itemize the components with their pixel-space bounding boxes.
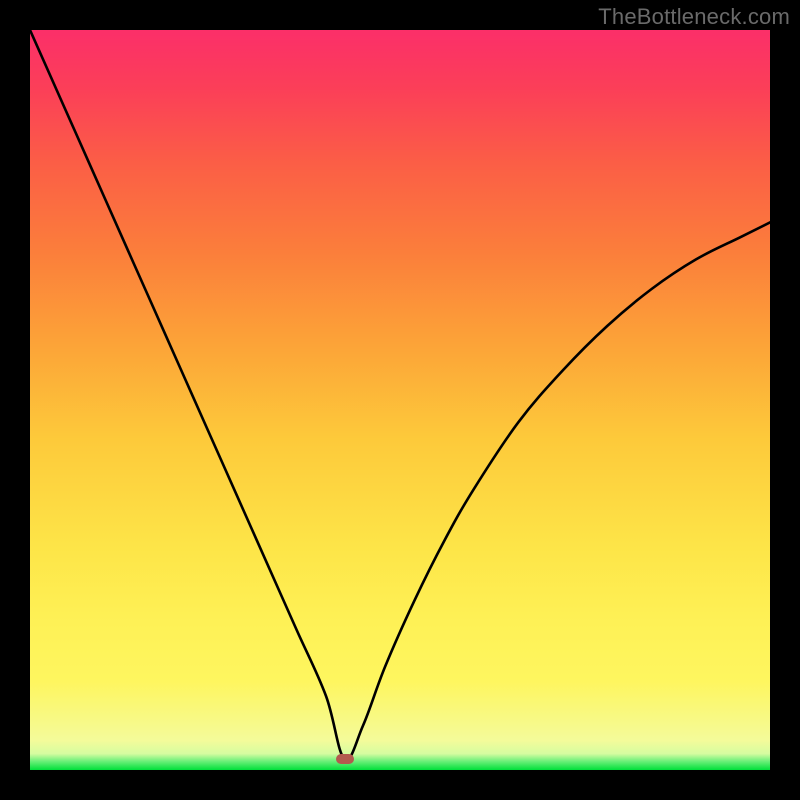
watermark-text: TheBottleneck.com — [598, 4, 790, 30]
bottleneck-curve — [30, 30, 770, 770]
min-marker-icon — [336, 754, 354, 764]
chart-frame: TheBottleneck.com — [0, 0, 800, 800]
plot-area — [30, 30, 770, 770]
